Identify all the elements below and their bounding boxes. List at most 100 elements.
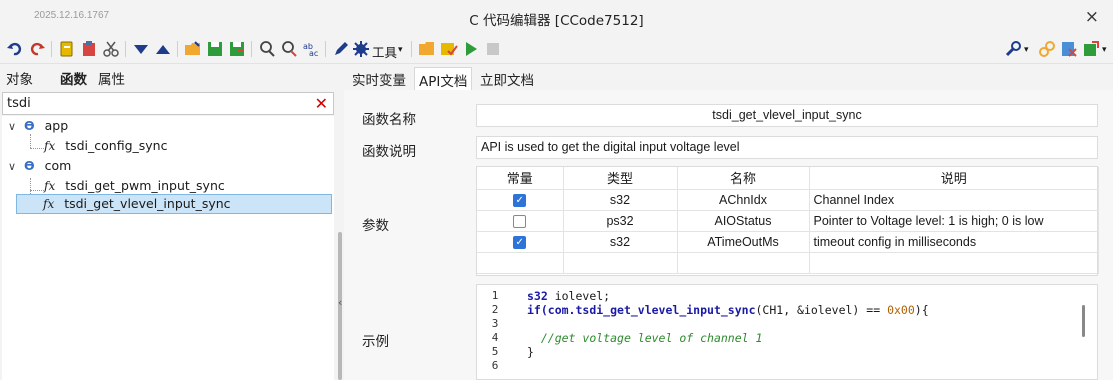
tree-node-label: com: [44, 158, 72, 173]
left-panel-tabs: 对象 函数 属性: [0, 64, 336, 90]
example-label: 示例: [362, 334, 389, 350]
tree-node-label: tsdi_get_pwm_input_sync: [65, 178, 225, 193]
func-desc-label: 函数说明: [362, 144, 416, 160]
clear-search-icon[interactable]: ✕: [315, 94, 328, 113]
copy-icon[interactable]: [58, 40, 76, 58]
func-name-field[interactable]: tsdi_get_vlevel_input_sync: [476, 104, 1098, 127]
function-icon: fx: [44, 139, 56, 153]
table-row-empty: [477, 252, 1099, 274]
param-desc-cell: Pointer to Voltage level: 1 is high; 0 i…: [809, 210, 1099, 232]
func-name-label: 函数名称: [362, 112, 416, 128]
tree-node-function-selected[interactable]: fx tsdi_get_vlevel_input_sync: [16, 194, 332, 214]
open-folder-icon[interactable]: [184, 40, 202, 58]
line-number: 1: [491, 289, 499, 302]
stop-icon[interactable]: [484, 40, 502, 58]
search-input[interactable]: tsdi ✕: [2, 92, 334, 115]
cut-icon[interactable]: [102, 40, 120, 58]
save-icon[interactable]: [206, 40, 224, 58]
const-checkbox[interactable]: ✓: [513, 193, 527, 207]
api-doc-panel: 函数名称 tsdi_get_vlevel_input_sync 函数说明 API…: [344, 90, 1113, 380]
code-example-editor[interactable]: 123456 s32 iolevel; if(com.tsdi_get_vleve…: [476, 284, 1098, 380]
table-row: ✓ s32 ATimeOutMs timeout config in millisec…: [477, 231, 1099, 253]
move-down-icon[interactable]: [132, 40, 150, 58]
tab-properties[interactable]: 属性: [98, 68, 125, 88]
column-header: 说明: [809, 167, 1099, 190]
check-icon[interactable]: [440, 40, 458, 58]
right-panel-tabs: 实时变量 API文档 立即文档: [344, 64, 1113, 92]
run-icon[interactable]: [462, 40, 480, 58]
gear-icon[interactable]: [352, 40, 370, 58]
find-icon[interactable]: [258, 40, 276, 58]
param-name-cell: AChnIdx: [677, 189, 810, 211]
close-file-icon[interactable]: [1060, 40, 1078, 58]
save-as-icon[interactable]: [228, 40, 246, 58]
func-desc-field[interactable]: API is used to get the digital input vol…: [476, 136, 1098, 159]
tree-node-function[interactable]: fx tsdi_config_sync: [44, 138, 167, 158]
const-cell: [477, 210, 564, 232]
tools-menu[interactable]: 工具: [372, 42, 397, 61]
title-bar: 2025.12.16.1767 C 代码编辑器 [CCode7512] ×: [0, 0, 1113, 34]
const-checkbox[interactable]: [513, 214, 527, 228]
tree-node-com[interactable]: ∨ Ɵ com: [8, 158, 71, 178]
tab-realtime-vars[interactable]: 实时变量: [348, 67, 410, 91]
move-up-icon[interactable]: [154, 40, 172, 58]
function-icon: fx: [43, 197, 55, 211]
search-value[interactable]: tsdi: [7, 96, 31, 111]
separator: [251, 41, 252, 57]
tab-api-doc[interactable]: API文档: [414, 67, 473, 92]
separator: [325, 41, 326, 57]
separator: [51, 41, 52, 57]
link-icon[interactable]: [1038, 40, 1056, 58]
scrollbar[interactable]: [1082, 305, 1085, 337]
tree-node-label: app: [44, 118, 69, 133]
param-name-cell: AIOStatus: [677, 210, 810, 232]
chevron-down-icon[interactable]: ∨: [8, 160, 20, 173]
code-line: if(com.tsdi_get_vlevel_input_sync(CH1, &…: [527, 303, 929, 317]
empty-cell: [809, 252, 1099, 274]
find-next-icon[interactable]: [280, 40, 298, 58]
undo-icon[interactable]: [6, 40, 24, 58]
table-row: ✓ s32 AChnIdx Channel Index: [477, 189, 1099, 211]
wrench-icon[interactable]: [1004, 40, 1022, 58]
line-number: 4: [491, 331, 499, 344]
column-header: 常量: [477, 167, 564, 190]
params-table: 常量 类型 名称 说明 ✓ s32 AChnIdx Channel Index ps32…: [476, 166, 1099, 276]
tab-instant-doc[interactable]: 立即文档: [476, 67, 538, 91]
tab-functions[interactable]: 函数: [60, 68, 87, 88]
function-tree: ∨ Ɵ app fx tsdi_config_sync ∨ Ɵ com fx t…: [2, 116, 334, 380]
chevron-down-icon[interactable]: ▾: [1024, 45, 1029, 55]
tree-node-label: tsdi_get_vlevel_input_sync: [64, 196, 231, 211]
tab-objects[interactable]: 对象: [6, 68, 33, 88]
line-number: 5: [491, 345, 499, 358]
const-checkbox[interactable]: ✓: [513, 235, 527, 249]
column-header: 名称: [677, 167, 810, 190]
param-type-cell: s32: [563, 231, 678, 253]
paste-icon[interactable]: [80, 40, 98, 58]
line-number: 2: [491, 303, 499, 316]
separator: [177, 41, 178, 57]
chevron-down-icon[interactable]: ▾: [1102, 45, 1107, 55]
close-button[interactable]: ×: [1085, 7, 1099, 27]
table-header-row: 常量 类型 名称 说明: [477, 167, 1099, 190]
param-name-cell: ATimeOutMs: [677, 231, 810, 253]
tree-line: [30, 148, 44, 149]
redo-icon[interactable]: [28, 40, 46, 58]
code-source[interactable]: s32 iolevel; if(com.tsdi_get_vlevel_input…: [527, 289, 929, 359]
tree-node-app[interactable]: ∨ Ɵ app: [8, 118, 68, 138]
code-line: }: [527, 345, 534, 359]
chevron-down-icon[interactable]: ∨: [8, 120, 20, 133]
folder-icon[interactable]: [418, 40, 436, 58]
replace-icon[interactable]: abac: [302, 40, 320, 58]
svg-text:ac: ac: [309, 49, 318, 58]
line-number: 3: [491, 317, 499, 330]
chevron-down-icon[interactable]: ▾: [398, 45, 403, 55]
toolbar: ab ac 工具 ▾ ▾ ▾: [0, 34, 1113, 64]
table-row: ps32 AIOStatus Pointer to Voltage level: 1…: [477, 210, 1099, 232]
export-icon[interactable]: [1082, 40, 1100, 58]
column-header: 类型: [563, 167, 678, 190]
collapse-panel-icon[interactable]: ‹: [338, 296, 342, 309]
edit-icon[interactable]: [332, 40, 350, 58]
separator: [125, 41, 126, 57]
param-type-cell: s32: [563, 189, 678, 211]
code-line: //get voltage level of channel 1: [540, 331, 763, 345]
